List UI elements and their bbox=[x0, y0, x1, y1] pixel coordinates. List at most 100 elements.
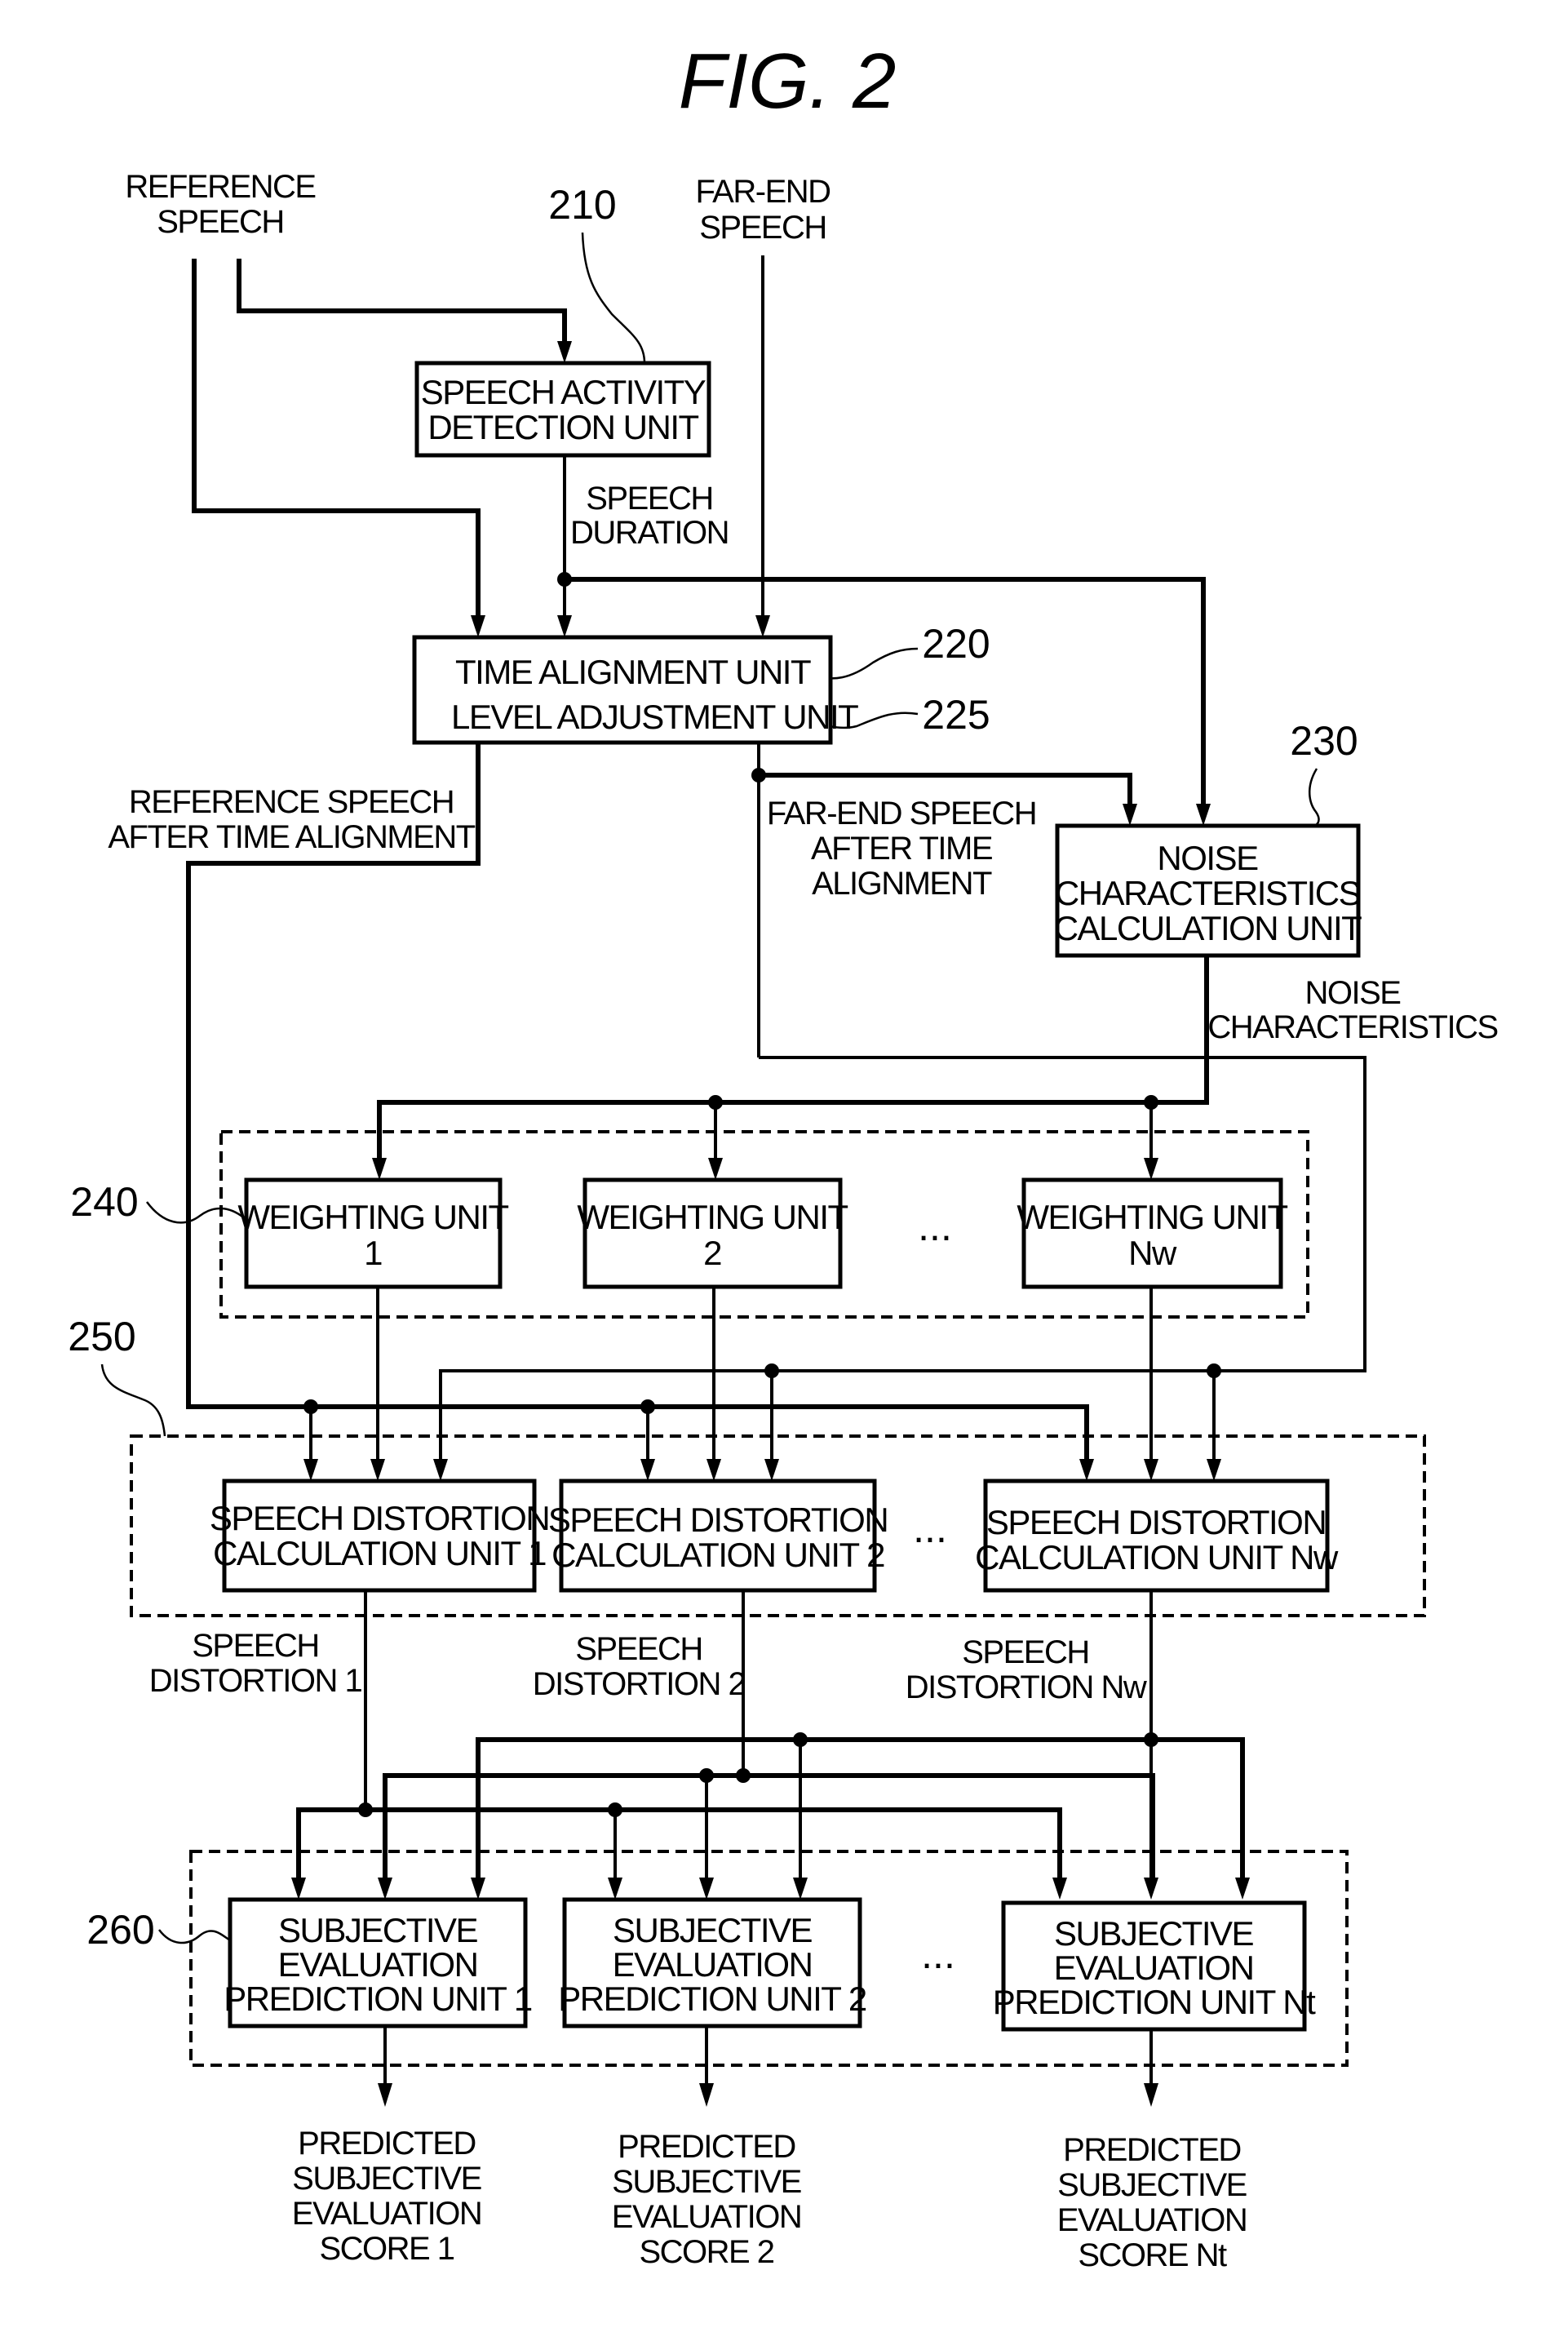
svg-text:PREDICTED: PREDICTED bbox=[618, 2129, 795, 2165]
svg-text:SUBJECTIVE: SUBJECTIVE bbox=[1057, 2167, 1247, 2203]
ellipsis: ... bbox=[921, 1931, 955, 1977]
svg-text:PREDICTION UNIT Nt: PREDICTION UNIT Nt bbox=[993, 1983, 1316, 2021]
svg-text:EVALUATION: EVALUATION bbox=[1057, 2202, 1247, 2238]
ref-240: 240 bbox=[70, 1179, 138, 1225]
svg-text:SPEECH: SPEECH bbox=[192, 1628, 319, 1664]
arrow-head bbox=[1144, 1878, 1158, 1900]
wire-noise-out bbox=[377, 955, 1209, 1168]
svg-text:CALCULATION UNIT 1: CALCULATION UNIT 1 bbox=[213, 1534, 546, 1572]
svg-text:CALCULATION UNIT 2: CALCULATION UNIT 2 bbox=[551, 1536, 884, 1574]
speech-activity-detection-unit: SPEECH ACTIVITY DETECTION UNIT bbox=[414, 361, 711, 458]
svg-text:SPEECH DISTORTION: SPEECH DISTORTION bbox=[986, 1503, 1326, 1541]
leader-260 bbox=[158, 1929, 231, 1944]
arrow-head bbox=[378, 2083, 392, 2107]
svg-text:EVALUATION: EVALUATION bbox=[278, 1945, 478, 1984]
svg-text:Nw: Nw bbox=[1128, 1234, 1177, 1272]
svg-text:PREDICTION UNIT 2: PREDICTION UNIT 2 bbox=[558, 1980, 866, 2018]
speech-distortion-calculation-unit-2: SPEECH DISTORTION CALCULATION UNIT 2 bbox=[548, 1479, 889, 1593]
svg-text:DISTORTION 1: DISTORTION 1 bbox=[149, 1663, 362, 1699]
arrow-head bbox=[1052, 1878, 1067, 1900]
ref-225: 225 bbox=[922, 692, 990, 738]
level-adjustment-unit: LEVEL ADJUSTMENT UNIT bbox=[451, 698, 858, 736]
svg-text:CHARACTERISTICS: CHARACTERISTICS bbox=[1055, 874, 1361, 912]
svg-text:AFTER TIME ALIGNMENT: AFTER TIME ALIGNMENT bbox=[108, 819, 475, 855]
reference-speech-label: REFERENCE SPEECH bbox=[125, 169, 317, 240]
svg-text:NOISE: NOISE bbox=[1157, 839, 1258, 877]
speech-distortion-nw-label: SPEECH DISTORTION Nw bbox=[906, 1634, 1149, 1705]
subjective-evaluation-prediction-unit-1: SUBJECTIVE EVALUATION PREDICTION UNIT 1 bbox=[224, 1897, 533, 2028]
svg-text:2: 2 bbox=[703, 1234, 721, 1272]
svg-text:SPEECH: SPEECH bbox=[575, 1631, 702, 1667]
svg-text:NOISE: NOISE bbox=[1305, 975, 1401, 1011]
speech-distortion-2-label: SPEECH DISTORTION 2 bbox=[533, 1631, 746, 1702]
far-after-ta-label: FAR-END SPEECH AFTER TIME ALIGNMENT bbox=[767, 796, 1038, 902]
ellipsis: ... bbox=[918, 1204, 952, 1249]
ref-260: 260 bbox=[86, 1907, 154, 1953]
arrow-head bbox=[706, 1459, 721, 1481]
leader-210 bbox=[581, 232, 646, 364]
svg-text:WEIGHTING UNIT: WEIGHTING UNIT bbox=[237, 1198, 508, 1236]
ref-220: 220 bbox=[922, 621, 990, 667]
arrow-head bbox=[699, 1878, 714, 1900]
arrow-head bbox=[1144, 1158, 1158, 1180]
arrow-head bbox=[303, 1459, 318, 1481]
svg-text:CALCULATION UNIT Nw: CALCULATION UNIT Nw bbox=[975, 1538, 1339, 1576]
wire-sd2-bus bbox=[383, 1773, 1155, 1887]
arrow-head bbox=[370, 1459, 385, 1481]
svg-text:SPEECH: SPEECH bbox=[157, 204, 284, 240]
svg-text:EVALUATION: EVALUATION bbox=[292, 2196, 481, 2232]
prediction-input-arrows bbox=[291, 1878, 1250, 1900]
svg-text:WEIGHTING UNIT: WEIGHTING UNIT bbox=[577, 1198, 848, 1236]
arrow-head bbox=[699, 2083, 714, 2107]
arrow-head bbox=[1144, 2083, 1158, 2107]
arrow-head bbox=[640, 1459, 655, 1481]
arrow-head bbox=[372, 1158, 387, 1180]
svg-text:DETECTION UNIT: DETECTION UNIT bbox=[427, 408, 698, 446]
arrow-head bbox=[764, 1459, 779, 1481]
arrow-head bbox=[471, 1878, 485, 1900]
leader-230 bbox=[1309, 768, 1320, 827]
far-end-speech-label: FAR-END SPEECH bbox=[695, 174, 831, 246]
leader-240 bbox=[145, 1201, 247, 1224]
leader-250 bbox=[100, 1363, 166, 1437]
predicted-score-1-label: PREDICTED SUBJECTIVE EVALUATION SCORE 1 bbox=[292, 2126, 483, 2267]
ref-210: 210 bbox=[548, 182, 616, 228]
time-alignment-level-adjustment-unit: TIME ALIGNMENT UNIT LEVEL ADJUSTMENT UNI… bbox=[412, 635, 860, 745]
speech-distortion-calculation-unit-1: SPEECH DISTORTION CALCULATION UNIT 1 bbox=[210, 1479, 551, 1593]
figure-title: FIG. 2 bbox=[679, 38, 897, 125]
svg-text:SPEECH DISTORTION: SPEECH DISTORTION bbox=[210, 1499, 549, 1537]
svg-text:SUBJECTIVE: SUBJECTIVE bbox=[612, 2164, 801, 2200]
wire-sdn-bus bbox=[476, 1737, 1245, 1887]
time-alignment-unit: TIME ALIGNMENT UNIT bbox=[455, 653, 811, 691]
svg-text:1: 1 bbox=[364, 1234, 382, 1272]
arrow-head bbox=[1235, 1878, 1250, 1900]
svg-text:FAR-END SPEECH: FAR-END SPEECH bbox=[767, 796, 1036, 831]
arrow-head bbox=[755, 615, 770, 637]
svg-text:PREDICTED: PREDICTED bbox=[298, 2126, 476, 2161]
arrow-head bbox=[1207, 1459, 1221, 1481]
arrow-head bbox=[1144, 1459, 1158, 1481]
arrow-head bbox=[433, 1459, 448, 1481]
arrow-head bbox=[708, 1158, 723, 1180]
svg-text:SCORE 1: SCORE 1 bbox=[319, 2231, 454, 2267]
weighting-unit-1: WEIGHTING UNIT 1 bbox=[237, 1177, 510, 1289]
svg-text:CALCULATION UNIT: CALCULATION UNIT bbox=[1054, 909, 1362, 947]
arrow-head bbox=[793, 1878, 808, 1900]
svg-text:DISTORTION Nw: DISTORTION Nw bbox=[906, 1669, 1147, 1705]
arrow-head bbox=[557, 615, 572, 637]
arrow-head bbox=[1196, 804, 1211, 826]
svg-text:EVALUATION: EVALUATION bbox=[612, 2199, 801, 2235]
svg-text:ALIGNMENT: ALIGNMENT bbox=[812, 866, 992, 902]
wire-ref-to-sad bbox=[237, 259, 567, 351]
wire-sd1-bus bbox=[296, 1807, 1062, 1887]
svg-text:WEIGHTING UNIT: WEIGHTING UNIT bbox=[1017, 1198, 1287, 1236]
svg-text:REFERENCE SPEECH: REFERENCE SPEECH bbox=[129, 784, 454, 820]
svg-text:EVALUATION: EVALUATION bbox=[613, 1945, 813, 1984]
arrow-head bbox=[608, 1878, 622, 1900]
svg-text:SUBJECTIVE: SUBJECTIVE bbox=[278, 1911, 478, 1949]
arrow-head bbox=[471, 615, 485, 637]
ref-230: 230 bbox=[1290, 718, 1358, 764]
svg-text:SCORE 2: SCORE 2 bbox=[639, 2234, 773, 2270]
speech-duration-label: SPEECH DURATION bbox=[570, 481, 729, 551]
junction-dot bbox=[358, 1802, 373, 1817]
